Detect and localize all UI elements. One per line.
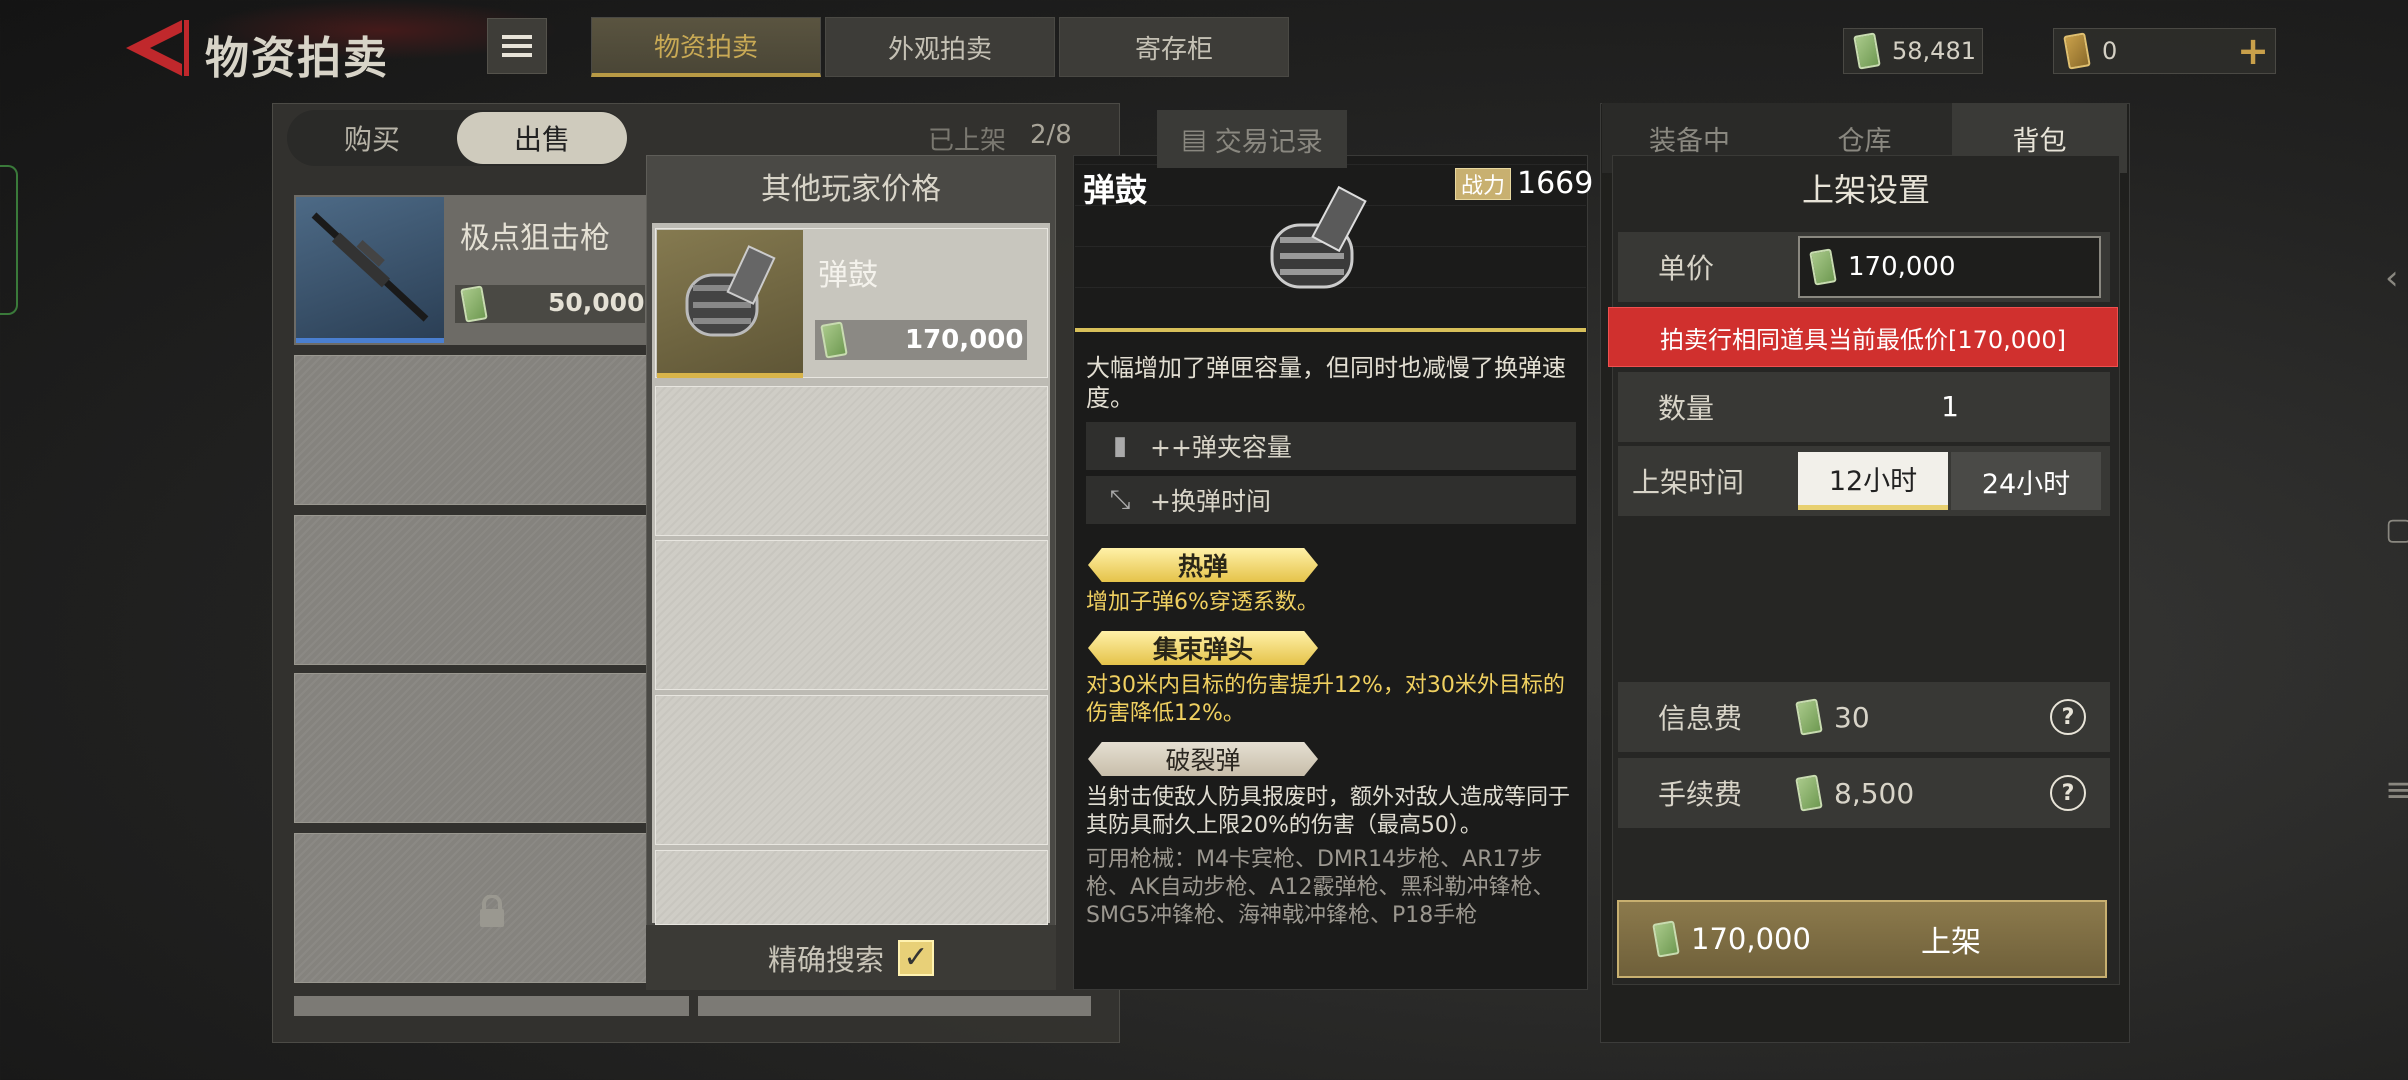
drum-magazine-icon — [1270, 185, 1367, 289]
trait-text: 增加子弹6%穿透系数。 — [1086, 590, 1319, 615]
listing-time-label: 上架时间 — [1632, 466, 1745, 499]
side-drawer-handle[interactable] — [0, 165, 18, 315]
menu-icon — [502, 35, 532, 57]
stat-label: +换弹时间 — [1150, 487, 1271, 516]
cash-icon — [1853, 32, 1881, 70]
top-tabs: 物资拍卖 外观拍卖 寄存柜 — [591, 17, 1289, 77]
submit-price: 170,000 — [1691, 922, 1811, 956]
cash-icon — [1809, 248, 1837, 286]
price-list-empty — [655, 695, 1048, 845]
time-option-24h[interactable]: 24小时 — [1951, 452, 2101, 510]
price-list-empty — [655, 386, 1048, 536]
price-list-empty — [655, 850, 1048, 925]
scroll-strip — [294, 996, 689, 1016]
price-item-price: 170,000 — [905, 325, 1024, 355]
trait-tag: 破裂弹 — [1088, 742, 1318, 776]
drum-magazine-thumbnail — [657, 230, 803, 378]
listed-item-price: 50,000 — [548, 288, 645, 317]
square-icon[interactable]: ▢ — [2385, 512, 2408, 547]
power-value: 1669 — [1517, 166, 1594, 201]
exact-search-toggle[interactable]: 精确搜索 ✓ — [646, 925, 1056, 990]
info-fee-row: 信息费 30 ? — [1618, 682, 2110, 752]
help-icon[interactable]: ? — [2050, 775, 2086, 811]
empty-slot[interactable] — [294, 515, 649, 665]
listed-count: 2/8 — [1030, 120, 1072, 150]
fee-row: 手续费 8,500 ? — [1618, 758, 2110, 828]
lock-icon — [478, 894, 506, 937]
quantity-label: 数量 — [1658, 392, 1715, 425]
cash-icon — [1652, 920, 1680, 958]
trait-tag: 集束弹头 — [1088, 631, 1318, 665]
help-icon[interactable]: ? — [2050, 699, 2086, 735]
exact-search-label: 精确搜索 — [767, 942, 884, 977]
drum-magazine-image — [1262, 185, 1382, 295]
listed-item-name: 极点狙击枪 — [460, 221, 610, 256]
compatible-weapons: 可用枪械：M4卡宾枪、DMR14步枪、AR17步枪、AK自动步枪、A12霰弹枪、… — [1086, 847, 1555, 928]
menu-button[interactable] — [487, 18, 547, 74]
cash-icon — [820, 321, 848, 359]
lowest-price-warning: 拍卖行相同道具当前最低价[170,000] — [1608, 307, 2118, 367]
info-fee-label: 信息费 — [1658, 702, 1743, 735]
scroll-strip — [698, 996, 1091, 1016]
item-description: 大幅增加了弹匣容量，但同时也减慢了换弹速度。 — [1086, 354, 1566, 412]
cash-icon — [1795, 774, 1823, 812]
stat-label: ++弹夹容量 — [1150, 433, 1292, 462]
magazine-icon: ▮ — [1112, 431, 1128, 461]
empty-slot[interactable] — [294, 355, 649, 505]
listed-label: 已上架 — [928, 126, 1007, 156]
unit-price-value: 170,000 — [1848, 252, 1956, 282]
listing-settings-title: 上架设置 — [1801, 171, 1930, 209]
buy-tab[interactable]: 购买 — [287, 112, 457, 164]
ticket-amount: 0 — [2102, 37, 2118, 65]
time-option-12h[interactable]: 12小时 — [1798, 452, 1948, 510]
sniper-rifle-image — [296, 197, 444, 343]
rifle-icon — [311, 212, 429, 322]
stat-row: ⤡ +换弹时间 — [1086, 476, 1576, 524]
tab-storage-locker[interactable]: 寄存柜 — [1059, 17, 1289, 77]
reload-icon: ⤡ — [1109, 484, 1131, 515]
tab-skin-auction[interactable]: 外观拍卖 — [825, 17, 1055, 77]
cash-balance: 58,481 — [1843, 28, 1983, 74]
item-detail-name: 弹鼓 — [1083, 171, 1148, 209]
record-icon: ▤ — [1181, 123, 1207, 155]
cash-icon — [1795, 698, 1823, 736]
fee-value: 8,500 — [1834, 776, 1915, 810]
buy-sell-toggle: 购买 出售 — [287, 110, 627, 166]
fee-label: 手续费 — [1658, 778, 1743, 811]
trait-text: 当射击使敌人防具报废时，额外对敌人造成等同于其防具耐久上限20%的伤害（最高50… — [1086, 785, 1571, 838]
unit-price-input[interactable]: 170,000 — [1798, 236, 2101, 298]
power-badge: 战力 — [1455, 168, 1511, 200]
price-item-name: 弹鼓 — [818, 258, 878, 293]
add-currency-button[interactable]: + — [2237, 32, 2269, 70]
exact-search-checkbox[interactable]: ✓ — [898, 939, 934, 976]
listing-time-selector: 12小时 24小时 — [1798, 452, 2101, 510]
trade-record-label: 交易记录 — [1214, 126, 1323, 158]
ticket-icon — [2063, 32, 2091, 70]
sell-tab[interactable]: 出售 — [457, 112, 627, 164]
info-fee-value: 30 — [1834, 700, 1870, 734]
unit-price-label: 单价 — [1658, 252, 1715, 285]
submit-label: 上架 — [1921, 925, 1981, 960]
stat-row: ▮ ++弹夹容量 — [1086, 422, 1576, 470]
price-list-empty — [655, 540, 1048, 690]
locked-slot — [294, 833, 649, 983]
other-players-title: 其他玩家价格 — [761, 172, 941, 207]
lines-icon[interactable]: ≡ — [2385, 770, 2408, 810]
ticket-balance: 0 + — [2053, 28, 2276, 74]
page-title: 物资拍卖 — [205, 33, 389, 84]
trade-record-button[interactable]: ▤ 交易记录 — [1157, 110, 1347, 168]
cash-icon — [460, 285, 488, 323]
chevron-left-icon[interactable]: ‹ — [2385, 258, 2399, 298]
back-button[interactable] — [122, 18, 192, 78]
trait-tag: 热弹 — [1088, 548, 1318, 582]
cash-amount: 58,481 — [1892, 37, 1976, 65]
drum-magazine-icon — [685, 245, 776, 337]
trait-text: 对30米内目标的伤害提升12%，对30米外目标的伤害降低12%。 — [1086, 673, 1565, 726]
list-item-button[interactable]: 170,000 上架 — [1617, 900, 2107, 978]
back-arrow-icon — [126, 20, 189, 76]
tab-supplies-auction[interactable]: 物资拍卖 — [591, 17, 821, 77]
quantity-value[interactable]: 1 — [1800, 390, 2100, 423]
empty-slot[interactable] — [294, 673, 649, 823]
